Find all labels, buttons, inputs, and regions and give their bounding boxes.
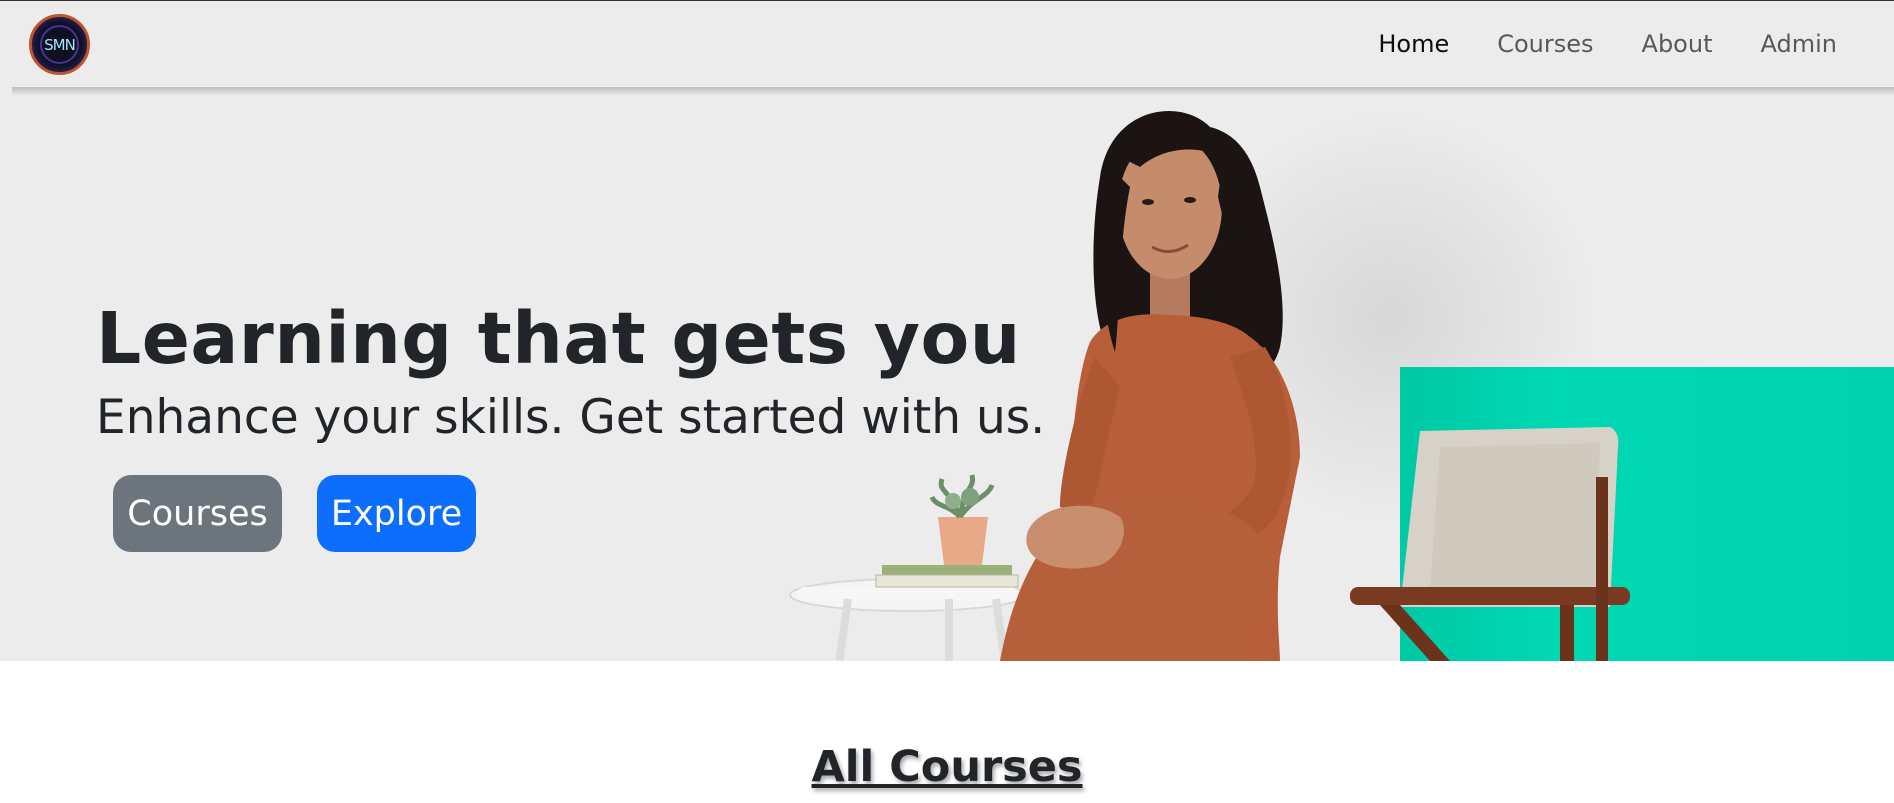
navbar: SMN Home Courses About Admin <box>0 1 1894 87</box>
nav-link-courses[interactable]: Courses <box>1497 30 1593 58</box>
navbar-shadow <box>12 86 1894 96</box>
brand-logo[interactable]: SMN <box>29 14 90 75</box>
explore-button[interactable]: Explore <box>317 475 476 552</box>
courses-button[interactable]: Courses <box>113 475 282 552</box>
logo-text: SMN <box>44 35 76 54</box>
hero-banner: Learning that gets you Enhance your skil… <box>0 87 1894 661</box>
side-table-illustration <box>789 474 1027 661</box>
nav-links: Home Courses About Admin <box>1378 1 1837 87</box>
nav-link-about[interactable]: About <box>1642 30 1713 58</box>
nav-link-home[interactable]: Home <box>1378 30 1449 58</box>
all-courses-heading: All Courses <box>811 742 1083 792</box>
woman-illustration <box>1000 111 1300 661</box>
hero-subtitle: Enhance your skills. Get started with us… <box>96 390 1046 445</box>
nav-link-admin[interactable]: Admin <box>1761 30 1838 58</box>
hero-title: Learning that gets you <box>96 297 1021 380</box>
chair-illustration <box>1350 427 1630 661</box>
